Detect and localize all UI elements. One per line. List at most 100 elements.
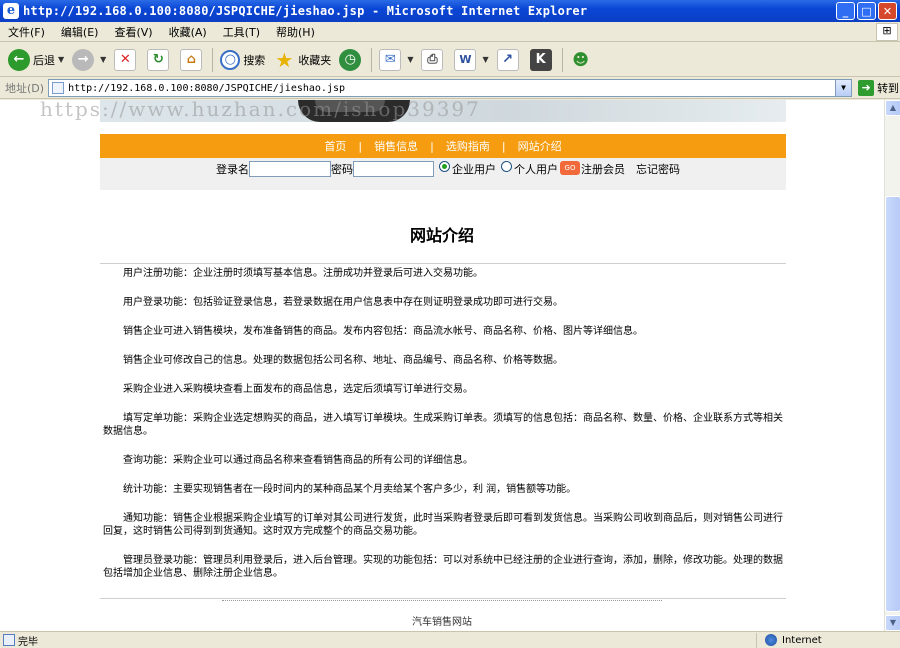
paragraph: 填写定单功能：采购企业选定想购买的商品，进入填写订单模块。生成采购订单表。须填写… [103, 413, 783, 437]
back-arrow-icon: ← [8, 48, 30, 71]
edit-dropdown-icon[interactable]: ▼ [482, 55, 488, 64]
enterprise-user-radio[interactable] [439, 161, 450, 172]
menu-edit[interactable]: 编辑(E) [53, 24, 107, 40]
paragraph: 查询功能：采购企业可以通过商品名称来查看销售商品的所有公司的详细信息。 [123, 455, 473, 466]
refresh-button[interactable]: ↻ [143, 46, 176, 74]
username-label: 登录名 [216, 163, 249, 176]
scroll-up-icon[interactable]: ▲ [885, 100, 900, 116]
stop-button[interactable]: ✕ [110, 46, 143, 74]
security-zone: Internet [757, 634, 822, 646]
refresh-icon: ↻ [147, 48, 170, 71]
paragraph: 管理员登录功能：管理员利用登录后，进入后台管理。实现的功能包括：可以对系统中已经… [103, 555, 783, 579]
nav-buying-guide[interactable]: 选购指南 [442, 138, 494, 154]
nav-home[interactable]: 首页 [320, 138, 350, 154]
login-go-button[interactable]: GO [560, 161, 580, 175]
history-icon: ◷ [339, 48, 362, 71]
back-button[interactable]: ← 后退 ▼ [4, 46, 68, 74]
back-label: 后退 [33, 53, 55, 67]
footer-divider [100, 598, 786, 599]
address-input[interactable]: http://192.168.0.100:8080/JSPQICHE/jiesh… [48, 79, 853, 97]
history-button[interactable]: ◷ [335, 46, 368, 74]
favorites-button[interactable]: ★ 收藏夹 [269, 46, 335, 74]
menu-bar: 文件(F) 编辑(E) 查看(V) 收藏(A) 工具(T) 帮助(H) ⊞ [0, 22, 900, 42]
nav-site-intro[interactable]: 网站介绍 [514, 138, 566, 154]
toolbar: ← 后退 ▼ → ▼ ✕ ↻ ⌂ ○ 搜索 ★ 收藏夹 ◷ ✉ ▼ ⎙ W ▼ … [0, 43, 900, 77]
password-input[interactable] [353, 161, 434, 177]
page-viewport: https://www.huzhan.com/ishop39397 首页 | 销… [0, 100, 884, 631]
research-button[interactable]: K [526, 46, 559, 74]
back-dropdown-icon[interactable]: ▼ [58, 55, 64, 64]
menu-view[interactable]: 查看(V) [106, 24, 160, 40]
search-icon: ○ [220, 49, 241, 70]
forgot-password-link[interactable]: 忘记密码 [636, 161, 680, 177]
username-input[interactable] [249, 161, 331, 177]
print-icon: ⎙ [421, 48, 444, 71]
maximize-button[interactable]: □ [857, 2, 876, 20]
address-bar: 地址(D) http://192.168.0.100:8080/JSPQICHE… [0, 78, 900, 99]
forward-button[interactable]: → ▼ [68, 46, 110, 74]
research-icon: K [529, 48, 552, 71]
word-edit-icon: W [454, 48, 477, 71]
page-icon [52, 82, 65, 94]
status-text: 完毕 [18, 636, 38, 648]
forward-dropdown-icon[interactable]: ▼ [100, 55, 106, 64]
title-bar: e http://192.168.0.100:8080/JSPQICHE/jie… [0, 0, 900, 22]
title-divider [100, 263, 786, 264]
globe-icon [765, 634, 777, 646]
scroll-down-icon[interactable]: ▼ [885, 615, 900, 631]
mail-dropdown-icon[interactable]: ▼ [407, 55, 413, 64]
personal-user-radio[interactable] [501, 161, 512, 172]
enterprise-user-label: 企业用户 [452, 163, 496, 176]
windows-flag-icon: ⊞ [876, 23, 898, 41]
mail-icon: ✉ [379, 48, 402, 71]
messenger-button[interactable]: ☻ [566, 46, 599, 74]
paragraph: 统计功能：主要实现销售者在一段时间内的某种商品某个月卖给某个客户多少，利 润，销… [123, 484, 577, 495]
print-button[interactable]: ⎙ [417, 46, 450, 74]
page-status-icon [3, 634, 15, 646]
home-icon: ⌂ [180, 48, 203, 71]
discuss-icon: ↗ [496, 48, 519, 71]
menu-tools[interactable]: 工具(T) [215, 24, 268, 40]
favorites-label: 收藏夹 [298, 53, 332, 67]
window-title: http://192.168.0.100:8080/JSPQICHE/jiesh… [23, 4, 588, 18]
mail-button[interactable]: ✉ ▼ [375, 46, 417, 74]
discuss-button[interactable]: ↗ [493, 46, 526, 74]
vertical-scrollbar[interactable]: ▲ ▼ [884, 100, 900, 631]
menu-help[interactable]: 帮助(H) [268, 24, 323, 40]
menu-favorites[interactable]: 收藏(A) [161, 24, 215, 40]
address-url: http://192.168.0.100:8080/JSPQICHE/jiesh… [68, 82, 346, 94]
paragraph: 用户注册功能：企业注册时须填写基本信息。注册成功并登录后可进入交易功能。 [123, 268, 483, 279]
status-bar: 完毕 Internet [0, 631, 900, 648]
footer-text: 汽车销售网站 [412, 617, 472, 628]
forward-arrow-icon: → [72, 48, 95, 71]
password-label: 密码 [331, 163, 353, 176]
search-button[interactable]: ○ 搜索 [216, 46, 269, 74]
go-arrow-icon: ➜ [858, 80, 875, 96]
home-button[interactable]: ⌂ [176, 46, 209, 74]
address-dropdown-icon[interactable]: ▼ [835, 80, 852, 96]
nav-sales-info[interactable]: 销售信息 [370, 138, 422, 154]
register-link[interactable]: 注册会员 [581, 161, 625, 177]
intro-text: 用户注册功能：企业注册时须填写基本信息。注册成功并登录后可进入交易功能。 用户登… [103, 267, 783, 596]
zone-label: Internet [782, 634, 822, 646]
watermark: https://www.huzhan.com/ishop39397 [40, 100, 481, 121]
stop-icon: ✕ [114, 48, 137, 71]
ie-logo-icon: e [3, 3, 19, 19]
page-title: 网站介绍 [409, 226, 474, 245]
star-icon: ★ [275, 47, 294, 72]
close-button[interactable]: ✕ [878, 2, 897, 20]
paragraph: 用户登录功能：包括验证登录信息，若登录数据在用户信息表中存在则证明登录成功即可进… [123, 297, 563, 308]
paragraph: 销售企业可进入销售模块，发布准备销售的商品。发布内容包括：商品流水帐号、商品名称… [123, 326, 643, 337]
messenger-icon: ☻ [572, 50, 589, 69]
go-button[interactable]: ➜ 转到 [858, 80, 899, 96]
paragraph: 销售企业可修改自己的信息。处理的数据包括公司名称、地址、商品编号、商品名称、价格… [123, 355, 563, 366]
address-label: 地址(D) [5, 82, 45, 95]
menu-file[interactable]: 文件(F) [0, 24, 53, 40]
minimize-button[interactable]: _ [836, 2, 855, 20]
go-label: 转到 [877, 82, 900, 95]
personal-user-label: 个人用户 [514, 163, 558, 176]
paragraph: 通知功能：销售企业根据采购企业填写的订单对其公司进行发货，此时当采购者登录后即可… [103, 513, 783, 537]
edit-button[interactable]: W ▼ [450, 46, 492, 74]
scroll-thumb[interactable] [885, 196, 900, 612]
search-label: 搜索 [243, 53, 266, 67]
